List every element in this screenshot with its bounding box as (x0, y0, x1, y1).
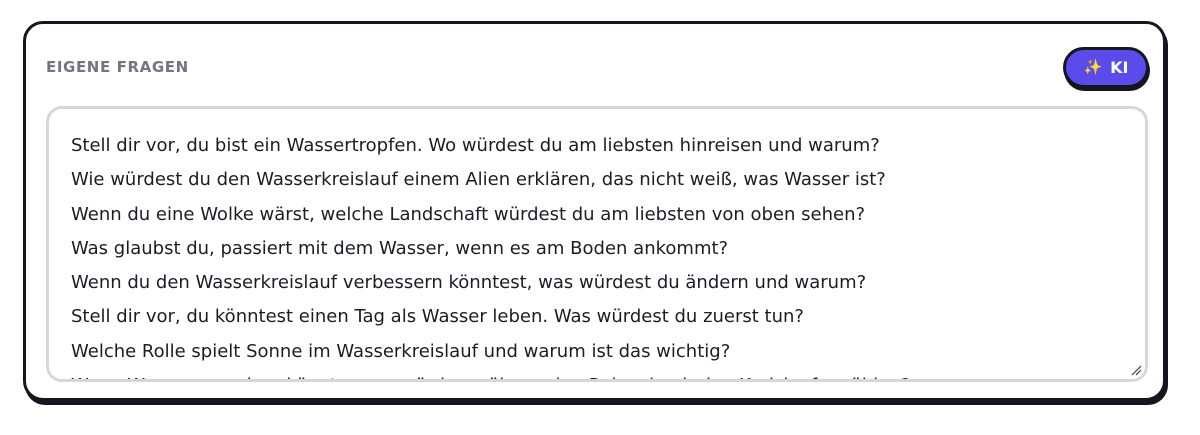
question-line: Wie würdest du den Wasserkreislauf einem… (71, 169, 886, 191)
ai-generate-button[interactable]: ✨ KI (1063, 47, 1149, 88)
sparkles-icon: ✨ (1083, 59, 1103, 76)
questions-text: Stell dir vor, du bist ein Wassertropfen… (71, 129, 1125, 379)
question-line: Welche Rolle spielt Sonne im Wasserkreis… (71, 340, 731, 362)
questions-textarea[interactable]: Stell dir vor, du bist ein Wassertropfen… (46, 106, 1148, 382)
ai-button-label: KI (1110, 57, 1129, 77)
custom-questions-card: EIGENE FRAGEN ✨ KI Stell dir vor, du bis… (23, 21, 1166, 401)
question-line: Wenn Wasser sprechen könnte, was würde e… (71, 369, 1125, 379)
question-line: Wenn du den Wasserkreislauf verbessern k… (71, 272, 867, 294)
section-title: EIGENE FRAGEN (46, 58, 189, 76)
question-line: Wenn du eine Wolke wärst, welche Landsch… (71, 203, 866, 225)
question-line: Stell dir vor, du bist ein Wassertropfen… (71, 135, 880, 156)
resize-handle-icon[interactable] (1130, 364, 1142, 376)
question-line: Was glaubst du, passiert mit dem Wasser,… (71, 237, 729, 259)
question-line: Stell dir vor, du könntest einen Tag als… (71, 306, 804, 328)
